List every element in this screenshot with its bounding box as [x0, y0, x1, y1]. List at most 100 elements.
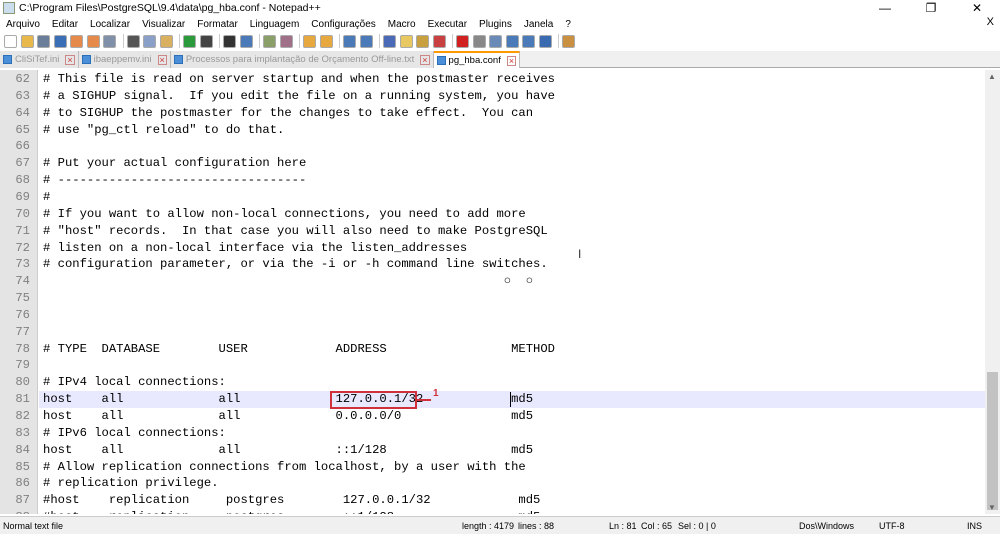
play-macro-icon[interactable] — [489, 34, 502, 48]
annotation-box — [330, 391, 417, 409]
undefined-icon[interactable] — [562, 34, 575, 48]
word-wrap-icon[interactable] — [343, 34, 356, 48]
menu-?[interactable]: ? — [565, 19, 571, 30]
menu-plugins[interactable]: Plugins — [479, 19, 512, 30]
code-line[interactable]: # replication privilege. — [43, 475, 219, 492]
editor[interactable]: 62 63 64 65 66 67 68 69 70 71 72 73 74 75 76 77 78 79 80 81… — [0, 70, 985, 514]
close-icon[interactable] — [70, 34, 83, 48]
code-line[interactable]: # configuration parameter, or via the -i… — [43, 256, 548, 273]
toolbar-separator — [219, 34, 220, 48]
menu-editar[interactable]: Editar — [52, 19, 78, 30]
toolbar-separator — [259, 34, 260, 48]
sync-v-icon[interactable] — [303, 34, 316, 48]
toolbar-separator — [558, 34, 559, 48]
line-number: 80 — [15, 375, 30, 390]
menu-bar: Arquivo Editar Localizar Visualizar Formatar… — [0, 16, 1000, 32]
zoom-in-icon[interactable] — [263, 34, 276, 48]
menu-executar[interactable]: Executar — [428, 19, 467, 30]
maximize-button[interactable]: ❐ — [908, 0, 954, 16]
tab-clisitef-ini[interactable]: CliSiTef.ini × — [0, 51, 79, 68]
folder-icon[interactable] — [432, 34, 446, 48]
code-line[interactable]: # If you want to allow non-local connect… — [43, 206, 526, 223]
code-line[interactable]: # — [43, 189, 50, 206]
function-list-icon[interactable] — [416, 34, 429, 48]
copy-icon[interactable] — [143, 34, 156, 48]
code-line[interactable]: # to SIGHUP the postmaster for the chang… — [43, 105, 533, 122]
status-encoding[interactable]: UTF-8 — [879, 521, 905, 531]
tab-label: Processos para implantação de Orçamento … — [185, 54, 415, 65]
minimize-button[interactable]: — — [862, 0, 908, 16]
paste-icon[interactable] — [159, 34, 173, 48]
save-macro-icon[interactable] — [522, 34, 535, 48]
code-line[interactable]: # "host" records. In that case you will … — [43, 223, 548, 240]
stop-macro-icon[interactable] — [472, 34, 486, 48]
tab-processos-para-implanta-o-de-o[interactable]: Processos para implantação de Orçamento … — [170, 51, 434, 68]
record-macro-icon[interactable] — [456, 34, 469, 48]
close-document-button[interactable]: X — [987, 16, 994, 28]
code-line[interactable]: host all all 0.0.0.0/0 md5 — [43, 408, 533, 425]
cut-icon[interactable] — [126, 34, 140, 48]
show-all-icon[interactable] — [359, 34, 373, 48]
code-line[interactable]: # ---------------------------------- — [43, 172, 306, 189]
toolbar-separator — [452, 34, 453, 48]
code-line[interactable]: #host replication postgres 127.0.0.1/32 … — [43, 492, 540, 509]
scroll-up-icon[interactable]: ▲ — [988, 72, 996, 81]
file-icon — [436, 56, 446, 65]
menu-configuraes[interactable]: Configurações — [311, 19, 375, 30]
code-line[interactable]: # a SIGHUP signal. If you edit the file … — [43, 88, 555, 105]
run-macro-multiple-icon[interactable] — [505, 34, 519, 48]
close-tab-icon[interactable]: × — [420, 54, 430, 65]
line-number: 69 — [15, 189, 30, 204]
doc-map-icon[interactable] — [399, 34, 413, 48]
code-line[interactable]: # listen on a non-local interface via th… — [43, 240, 467, 257]
menu-localizar[interactable]: Localizar — [90, 19, 130, 30]
menu-linguagem[interactable]: Linguagem — [250, 19, 299, 30]
close-all-icon[interactable] — [86, 34, 100, 48]
code-line[interactable]: # Allow replication connections from loc… — [43, 459, 526, 476]
close-button[interactable]: ✕ — [954, 0, 1000, 16]
new-icon[interactable] — [4, 34, 17, 48]
vertical-scrollbar[interactable]: ▲ ▼ — [985, 70, 1000, 514]
status-eol[interactable]: Dos\Windows — [799, 521, 854, 531]
close-tab-icon[interactable]: × — [157, 54, 167, 65]
zoom-out-icon[interactable] — [279, 34, 293, 48]
tab-ibaeppemv-ini[interactable]: ibaeppemv.ini × — [78, 51, 171, 68]
open-icon[interactable] — [20, 34, 34, 48]
code-line[interactable]: # use "pg_ctl reload" to do that. — [43, 122, 284, 139]
close-tab-icon[interactable]: × — [506, 55, 517, 66]
code-line[interactable]: ○ ○ — [43, 273, 533, 290]
code-line[interactable]: host all all 127.0.0.1/32 md5 — [43, 391, 533, 408]
close-tab-icon[interactable]: × — [65, 54, 75, 65]
menu-janela[interactable]: Janela — [524, 19, 553, 30]
status-lines: lines : 88 — [518, 520, 555, 531]
code-line[interactable]: host all all ::1/128 md5 — [43, 442, 533, 459]
tab-pg-hba-conf[interactable]: pg_hba.conf × — [433, 51, 521, 68]
find-icon[interactable] — [223, 34, 236, 48]
-icon[interactable] — [538, 34, 552, 48]
save-all-icon[interactable] — [53, 34, 67, 48]
code-line[interactable]: # Put your actual configuration here — [43, 155, 306, 172]
code-line[interactable]: # IPv6 local connections: — [43, 425, 226, 442]
code-line[interactable]: # TYPE DATABASE USER ADDRESS METHOD — [43, 341, 555, 358]
scrollbar-thumb[interactable] — [987, 372, 998, 510]
save-icon[interactable] — [37, 34, 50, 48]
tab-label: pg_hba.conf — [448, 55, 501, 66]
redo-icon[interactable] — [199, 34, 213, 48]
menu-formatar[interactable]: Formatar — [197, 19, 238, 30]
print-icon[interactable] — [103, 34, 116, 48]
menu-arquivo[interactable]: Arquivo — [6, 19, 40, 30]
menu-visualizar[interactable]: Visualizar — [142, 19, 185, 30]
line-number: 72 — [15, 240, 30, 255]
code-line[interactable]: # This file is read on server startup an… — [43, 71, 555, 88]
toolbar-separator — [379, 34, 380, 48]
sync-h-icon[interactable] — [319, 34, 333, 48]
menu-macro[interactable]: Macro — [388, 19, 416, 30]
code-line[interactable]: # IPv4 local connections: — [43, 374, 226, 391]
indent-guide-icon[interactable] — [383, 34, 396, 48]
scroll-down-icon[interactable]: ▼ — [988, 503, 996, 512]
line-number: 70 — [15, 206, 30, 221]
code-line[interactable]: #host replication postgres ::1/128 md5 — [43, 509, 540, 514]
toolbar-separator — [299, 34, 300, 48]
replace-icon[interactable] — [239, 34, 253, 48]
undo-icon[interactable] — [183, 34, 196, 48]
